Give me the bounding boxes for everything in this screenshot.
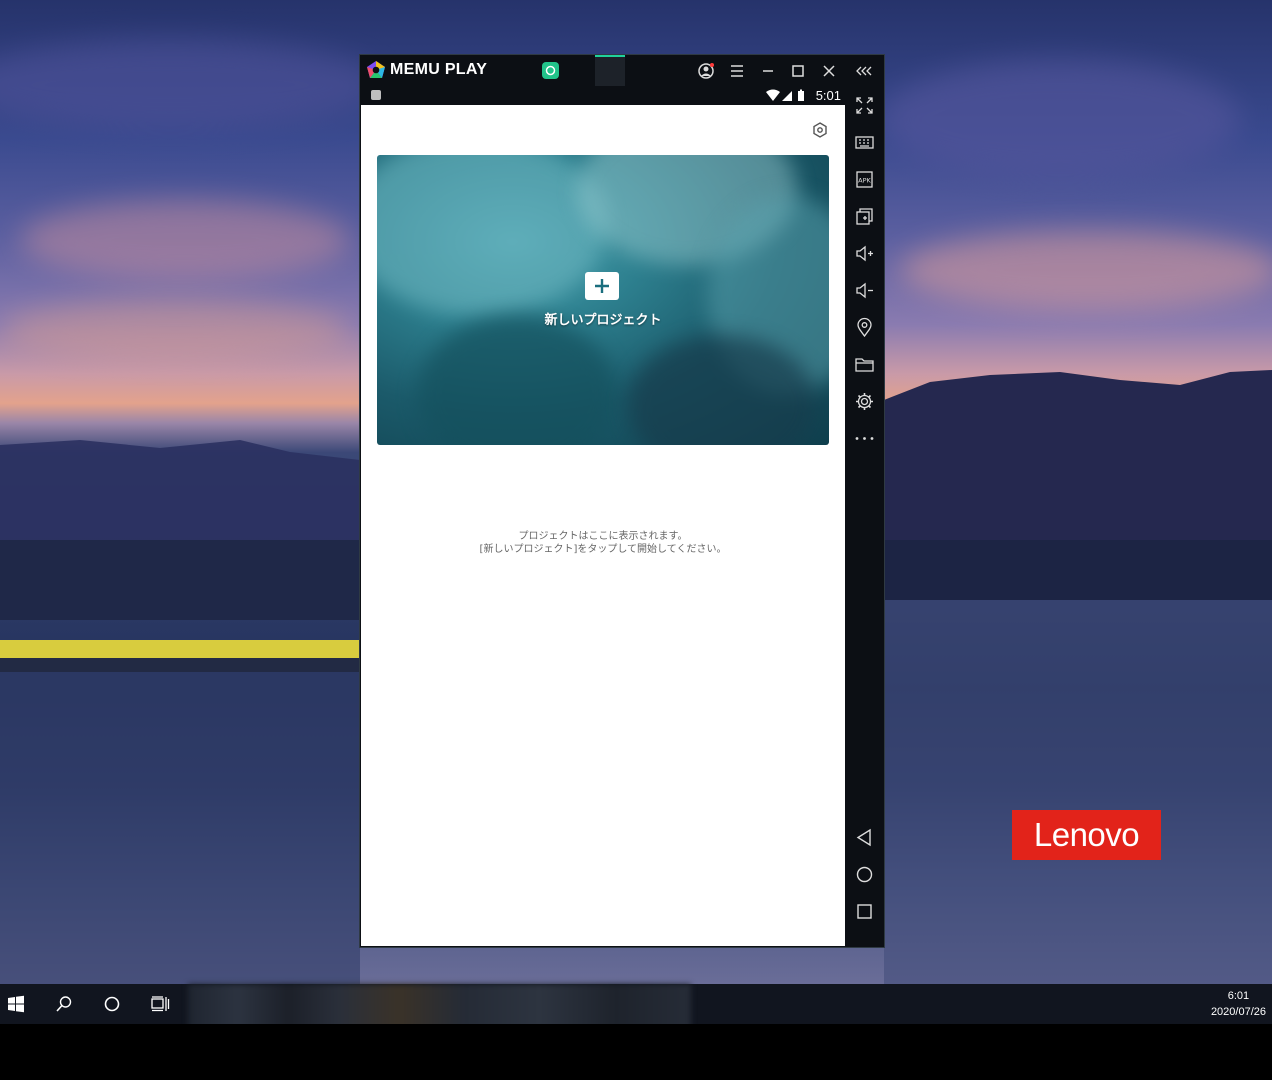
- emulator-sidebar: APK: [845, 86, 884, 947]
- task-view-icon[interactable]: [150, 994, 170, 1014]
- memu-window: MEMU PLAY 5:01 新しいプロジェクト プロジェクトはここに表示されま…: [360, 55, 884, 947]
- notification-icon: [371, 90, 381, 100]
- settings-icon[interactable]: [854, 391, 875, 412]
- clock-time: 6:01: [1227, 990, 1250, 1002]
- battery-icon: [798, 91, 804, 101]
- multi-instance-icon[interactable]: [854, 206, 875, 227]
- volume-down-icon[interactable]: [854, 280, 875, 301]
- svg-text:APK: APK: [858, 177, 871, 185]
- settings-icon[interactable]: [812, 122, 828, 138]
- back-icon[interactable]: [854, 827, 875, 848]
- lenovo-logo: Lenovo: [1012, 810, 1161, 860]
- app-screen: 新しいプロジェクト プロジェクトはここに表示されます。 [新しいプロジェクト]を…: [361, 105, 845, 946]
- empty-state-message: プロジェクトはここに表示されます。 [新しいプロジェクト]をタップして開始してく…: [361, 530, 845, 556]
- menu-icon[interactable]: [727, 61, 747, 81]
- windows-start-icon[interactable]: [6, 994, 26, 1014]
- memu-logo: MEMU PLAY: [366, 60, 487, 80]
- new-project-card[interactable]: 新しいプロジェクト: [377, 155, 829, 445]
- fullscreen-icon[interactable]: [854, 95, 875, 116]
- apk-icon[interactable]: APK: [854, 169, 875, 190]
- add-project-button[interactable]: [585, 272, 619, 300]
- keyboard-icon[interactable]: [854, 132, 875, 153]
- location-icon[interactable]: [854, 317, 875, 338]
- account-icon[interactable]: [696, 61, 716, 81]
- more-icon[interactable]: [854, 428, 875, 449]
- title-bar[interactable]: MEMU PLAY: [360, 55, 884, 86]
- status-icons: [766, 89, 804, 101]
- android-status-bar: 5:01: [360, 86, 845, 105]
- signal-icon: [782, 91, 792, 101]
- active-tab[interactable]: [595, 55, 625, 86]
- home-icon[interactable]: [854, 864, 875, 885]
- screen-bottom-letterbox: [0, 1024, 1272, 1080]
- empty-state-line: プロジェクトはここに表示されます。: [518, 531, 688, 542]
- app-name: MEMU PLAY: [390, 61, 488, 78]
- memu-logo-icon: [367, 61, 385, 78]
- new-project-label: 新しいプロジェクト: [544, 313, 662, 328]
- app-tab-icon[interactable]: [542, 62, 559, 79]
- maximize-icon[interactable]: [788, 61, 808, 81]
- empty-state-line: [新しいプロジェクト]をタップして開始してください。: [479, 544, 727, 555]
- collapse-sidebar-icon[interactable]: [854, 61, 874, 81]
- folder-icon[interactable]: [854, 354, 875, 375]
- search-icon[interactable]: [54, 994, 74, 1014]
- hero-smoke: [417, 315, 617, 445]
- status-time: 5:01: [815, 88, 841, 103]
- cortana-icon[interactable]: [102, 994, 122, 1014]
- windows-taskbar: 6:01 2020/07/26: [0, 984, 1272, 1030]
- close-icon[interactable]: [819, 61, 839, 81]
- minimize-icon[interactable]: [758, 61, 778, 81]
- hero-smoke: [377, 155, 607, 315]
- clock-date: 2020/07/26: [1210, 1006, 1266, 1018]
- wifi-icon: [766, 89, 780, 101]
- volume-up-icon[interactable]: [854, 243, 875, 264]
- plus-icon: [595, 279, 609, 293]
- recents-icon[interactable]: [854, 901, 875, 922]
- taskbar-clock[interactable]: 6:01 2020/07/26: [1211, 988, 1266, 1020]
